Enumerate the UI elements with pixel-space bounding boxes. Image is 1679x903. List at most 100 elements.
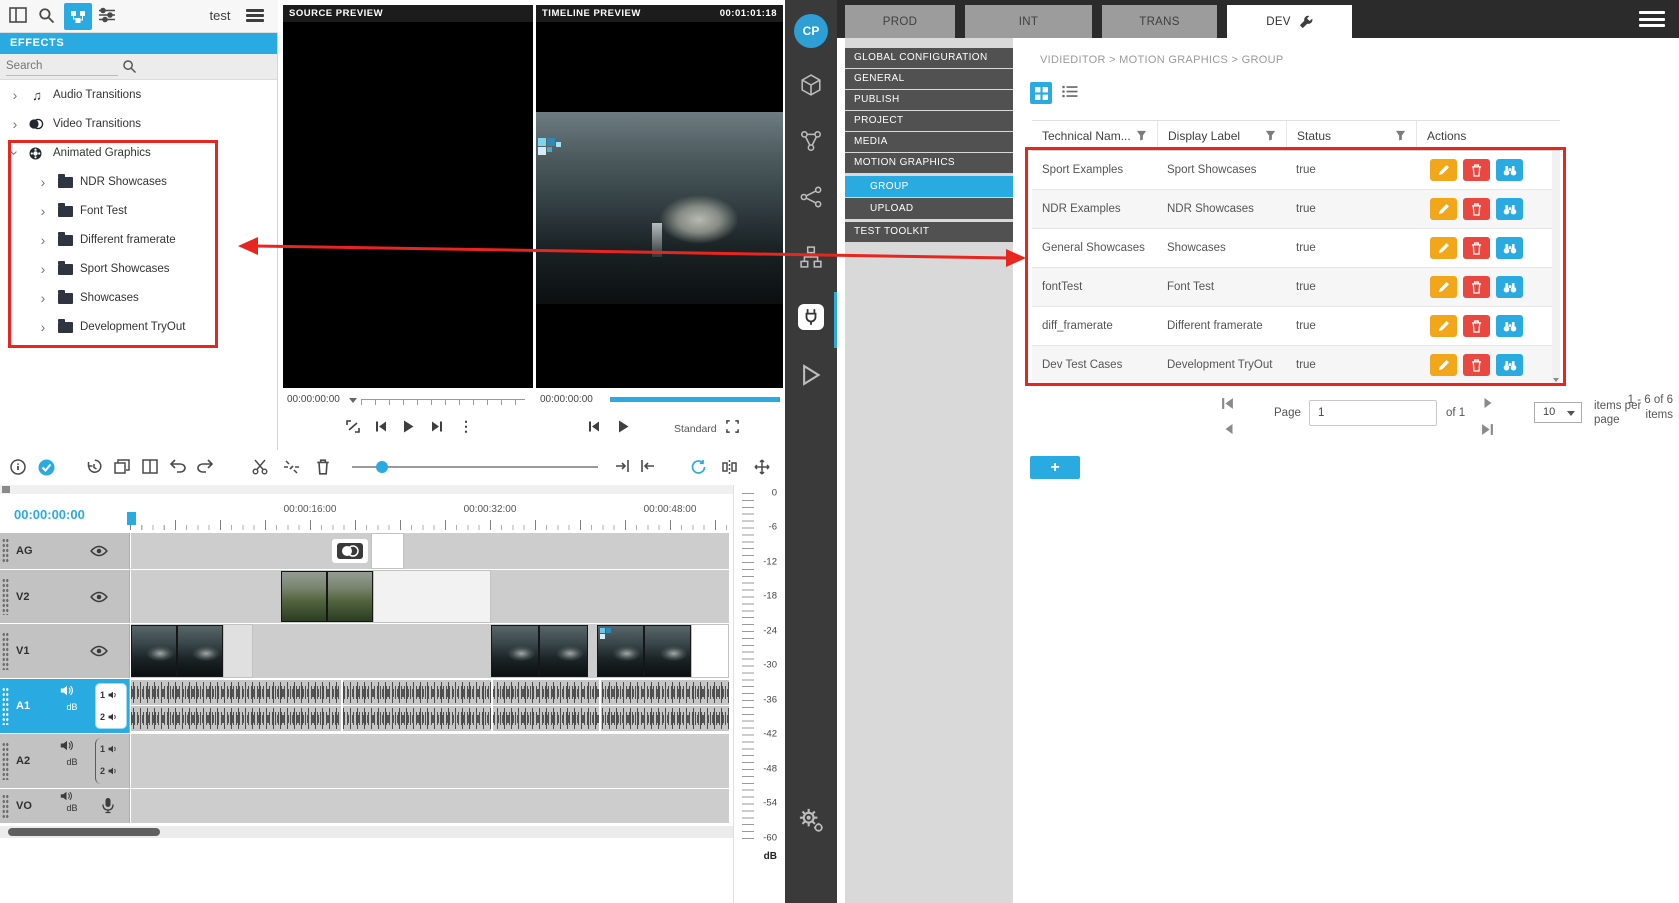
add-group-button[interactable]: + (1030, 456, 1080, 479)
video-clip-thumbnail[interactable] (597, 625, 644, 677)
timeline-horizontal-scrollbar[interactable] (0, 826, 733, 838)
info-icon[interactable] (10, 459, 26, 475)
nav-item-general[interactable]: GENERAL (845, 69, 1013, 89)
track-drag-handle[interactable] (2, 794, 9, 818)
audio-channel-panel[interactable]: 1 2 (95, 738, 127, 784)
graphic-clip[interactable] (371, 533, 404, 569)
tree-item-ndr-showcases[interactable]: › NDR Showcases (0, 168, 277, 196)
video-clip[interactable] (691, 624, 729, 678)
env-tab-dev[interactable]: DEV (1227, 5, 1352, 38)
loop-icon[interactable] (690, 459, 707, 475)
table-row[interactable]: Sport Examples Sport Showcases true (1032, 151, 1560, 190)
audio-channel-panel[interactable]: 1 2 (95, 683, 127, 729)
tree-item-sport-showcases[interactable]: › Sport Showcases (0, 255, 277, 283)
ag-clip-strip[interactable] (131, 533, 729, 569)
tree-item-showcases[interactable]: › Showcases (0, 284, 277, 312)
delete-button[interactable] (1463, 354, 1490, 376)
track-drag-handle[interactable] (2, 578, 9, 615)
edit-button[interactable] (1430, 159, 1457, 181)
timeline-ruler[interactable]: 00:00:00:00 00:00:16:00 00:00:32:00 00:0… (0, 498, 733, 533)
chevron-right-icon[interactable]: › (10, 90, 20, 100)
speaker-icon[interactable] (60, 740, 84, 751)
prev-page-icon[interactable] (1223, 423, 1234, 435)
user-avatar[interactable]: CP (794, 14, 828, 48)
video-clip[interactable] (223, 624, 253, 678)
workflow-nodes-icon[interactable] (800, 186, 822, 208)
speaker-icon[interactable] (60, 791, 84, 801)
panel-menu-icon[interactable] (246, 9, 264, 23)
table-row[interactable]: General Showcases Showcases true (1032, 229, 1560, 268)
preview-button[interactable] (1496, 354, 1523, 376)
audio-waveform-clip[interactable] (131, 706, 729, 731)
timecode-dropdown-icon[interactable] (349, 398, 357, 403)
player-icon[interactable] (801, 364, 821, 386)
chevron-right-icon[interactable]: › (38, 177, 48, 187)
seek-bar[interactable] (610, 397, 780, 402)
track-ag-body[interactable] (131, 533, 733, 569)
track-a1-body[interactable] (131, 679, 733, 733)
track-v2-header[interactable]: V2 (0, 570, 130, 623)
zoom-slider-handle[interactable] (376, 461, 388, 473)
move-tool-icon[interactable] (754, 459, 770, 475)
playhead-marker[interactable] (127, 512, 136, 525)
table-row[interactable]: Dev Test Cases Development TryOut true (1032, 346, 1560, 385)
visibility-eye-icon[interactable] (90, 545, 108, 557)
audio-waveform-clip[interactable] (131, 680, 729, 705)
timeline-preview-video[interactable] (536, 22, 783, 388)
nav-item-project[interactable]: PROJECT (845, 111, 1013, 131)
video-clip-thumbnail[interactable] (177, 625, 223, 677)
env-tab-prod[interactable]: PROD (845, 5, 955, 38)
layout-panels-icon[interactable] (9, 7, 27, 23)
a2-clip-strip[interactable] (131, 734, 729, 788)
edit-button[interactable] (1430, 354, 1457, 376)
track-a2-body[interactable] (131, 734, 733, 788)
prev-frame-icon[interactable] (375, 420, 387, 433)
kebab-menu-icon[interactable]: ⋮ (459, 418, 473, 435)
preview-button[interactable] (1496, 159, 1523, 181)
table-row[interactable]: diff_framerate Different framerate true (1032, 307, 1560, 346)
chevron-right-icon[interactable]: › (38, 293, 48, 303)
edit-button[interactable] (1430, 237, 1457, 259)
delete-button[interactable] (1463, 198, 1490, 220)
video-clip-thumbnail[interactable] (539, 625, 588, 677)
trim-out-icon[interactable] (640, 459, 656, 473)
settings-gears-icon[interactable] (797, 806, 825, 834)
effects-graph-icon[interactable] (800, 130, 822, 152)
play-icon[interactable] (618, 420, 629, 433)
delete-button[interactable] (1463, 276, 1490, 298)
env-tab-int[interactable]: INT (965, 5, 1092, 38)
edit-button[interactable] (1430, 315, 1457, 337)
delete-clip-icon[interactable] (316, 459, 330, 475)
visibility-eye-icon[interactable] (90, 591, 108, 603)
nav-item-test-toolkit[interactable]: TEST TOOLKIT (845, 222, 1013, 242)
admin-menu-icon[interactable] (1639, 11, 1665, 28)
chevron-right-icon[interactable]: › (10, 119, 20, 129)
delete-button[interactable] (1463, 315, 1490, 337)
track-ag-header[interactable]: AG (0, 533, 130, 569)
chevron-right-icon[interactable]: › (38, 264, 48, 274)
microphone-icon[interactable] (102, 797, 114, 814)
env-tab-trans[interactable]: TRANS (1102, 5, 1217, 38)
track-a1-header[interactable]: A1 dB 1 2 (0, 679, 130, 733)
track-drag-handle[interactable] (2, 632, 9, 670)
preview-button[interactable] (1496, 315, 1523, 337)
list-view-toggle[interactable] (1062, 85, 1078, 98)
video-clip-thumbnail[interactable] (644, 625, 691, 677)
assets-cube-icon[interactable] (800, 74, 822, 96)
track-v1-header[interactable]: V1 (0, 624, 130, 678)
first-page-icon[interactable] (1221, 397, 1234, 410)
fullscreen-icon[interactable] (726, 420, 739, 433)
visibility-eye-icon[interactable] (90, 645, 108, 657)
column-header-technical-name[interactable]: Technical Nam... (1032, 121, 1157, 150)
column-header-status[interactable]: Status (1286, 121, 1416, 150)
trim-in-icon[interactable] (614, 459, 630, 473)
last-page-icon[interactable] (1481, 423, 1494, 436)
video-clip-thumbnail[interactable] (491, 625, 539, 677)
track-v2-body[interactable] (131, 570, 733, 623)
chevron-down-icon[interactable]: › (10, 148, 20, 158)
filter-funnel-icon[interactable] (1136, 130, 1147, 141)
track-a2-header[interactable]: A2 dB 1 2 (0, 734, 130, 788)
tree-item-development-tryout[interactable]: › Development TryOut (0, 313, 277, 341)
redo-icon[interactable] (197, 459, 213, 473)
effects-panel-toggle-button[interactable] (64, 3, 92, 30)
